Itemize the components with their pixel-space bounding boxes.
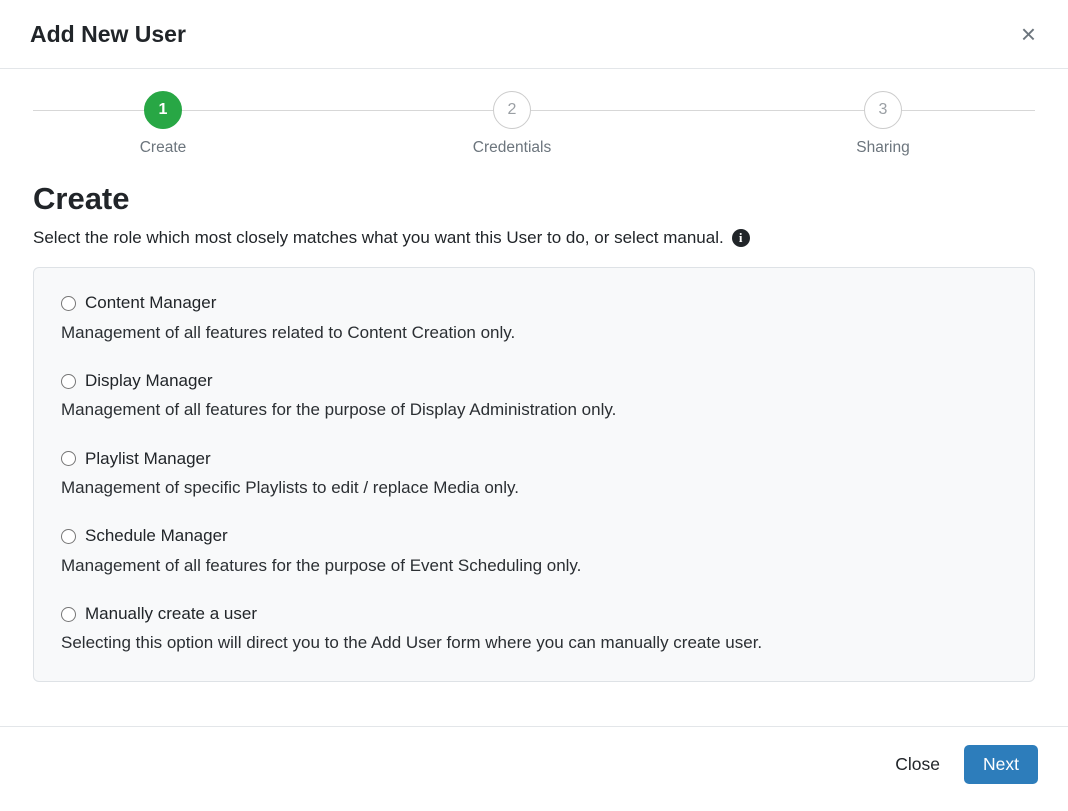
option-label: Schedule Manager [85,526,228,546]
subtitle-text: Select the role which most closely match… [33,228,724,248]
step-sharing[interactable]: 3 Sharing [793,91,973,157]
info-icon[interactable]: i [731,229,750,248]
step-sharing-label: Sharing [856,139,910,156]
option-playlist-manager: Playlist Manager Management of specific … [61,446,1007,502]
playlist-manager-radio[interactable] [61,451,76,467]
step-credentials-circle: 2 [493,91,531,129]
subtitle-row: Select the role which most closely match… [33,228,1035,248]
page-title: Create [33,181,130,216]
option-schedule-manager: Schedule Manager Management of all featu… [61,523,1007,579]
display-manager-radio[interactable] [61,373,76,389]
option-playlist-manager-radio-row[interactable]: Playlist Manager [61,446,1007,472]
option-description: Management of all features related to Co… [61,322,516,342]
step-create[interactable]: 1 Create [73,91,253,157]
content-manager-radio[interactable] [61,295,76,311]
option-description: Management of specific Playlists to edit… [61,477,519,497]
option-label: Display Manager [85,370,213,390]
option-display-manager: Display Manager Management of all featur… [61,368,1007,424]
option-label: Content Manager [85,293,217,313]
option-schedule-manager-radio-row[interactable]: Schedule Manager [61,523,1007,549]
step-create-label: Create [139,139,187,156]
option-manual-create: Manually create a user Selecting this op… [61,601,1007,657]
schedule-manager-radio[interactable] [61,528,76,544]
option-content-manager: Content Manager Management of all featur… [61,290,1007,346]
modal-body: Create Select the role which most closel… [0,180,1068,682]
option-description: Management of all features for the purpo… [61,555,582,575]
modal-title: Add New User [30,20,186,47]
wizard-stepper: 1 Create 2 Credentials 3 Sharing [0,69,1068,170]
close-icon[interactable]: × [1019,21,1038,47]
role-options-panel: Content Manager Management of all featur… [33,267,1035,682]
option-content-manager-radio-row[interactable]: Content Manager [61,290,1007,316]
next-button[interactable]: Next [964,744,1038,784]
option-label: Playlist Manager [85,448,211,468]
option-manual-create-radio-row[interactable]: Manually create a user [61,601,1007,627]
option-description: Selecting this option will direct you to… [61,633,763,653]
add-new-user-modal: Add New User × 1 Create 2 Credentials 3 … [0,0,1068,784]
step-create-circle: 1 [144,91,182,129]
option-description: Management of all features for the purpo… [61,400,617,420]
step-credentials[interactable]: 2 Credentials [422,91,602,157]
manual-create-radio[interactable] [61,606,76,622]
step-sharing-circle: 3 [864,91,902,129]
close-button[interactable]: Close [885,746,950,783]
option-label: Manually create a user [85,603,257,623]
option-display-manager-radio-row[interactable]: Display Manager [61,368,1007,394]
step-credentials-label: Credentials [472,139,552,156]
modal-footer: Close Next [0,725,1068,784]
modal-header: Add New User × [0,0,1068,69]
